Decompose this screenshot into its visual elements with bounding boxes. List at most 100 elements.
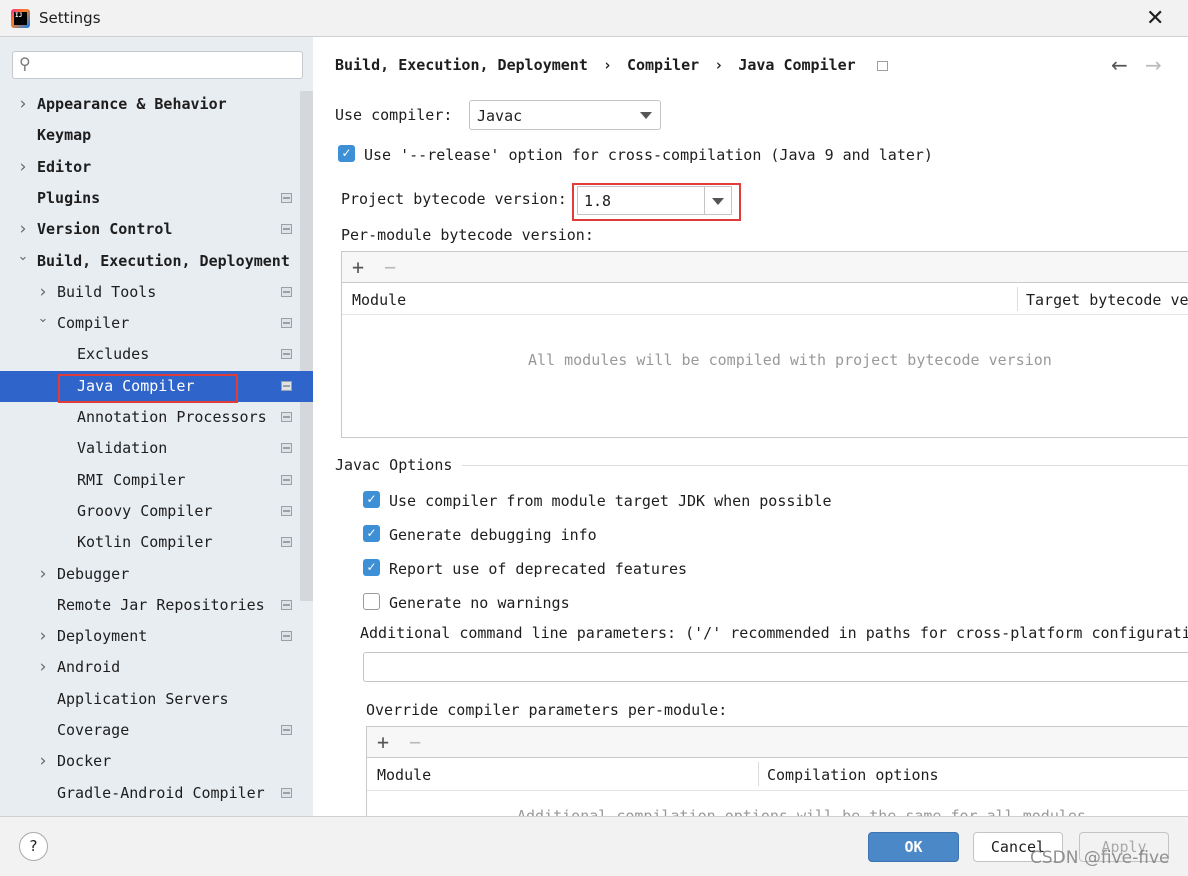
option-checkbox[interactable] — [363, 593, 380, 610]
chevron-right-icon[interactable]: › — [36, 652, 50, 683]
separator — [462, 465, 1188, 466]
breadcrumb-item: Java Compiler — [738, 56, 856, 74]
project-scope-icon — [281, 787, 292, 798]
project-scope-icon — [281, 725, 292, 735]
option-label: Use compiler from module target JDK when… — [389, 492, 832, 510]
sidebar-item-label: Build Tools — [57, 282, 157, 301]
project-scope-icon — [281, 631, 292, 642]
forward-icon[interactable]: → — [1145, 53, 1162, 77]
chevron-right-icon[interactable]: › — [36, 746, 50, 777]
sidebar-item-docker[interactable]: › Docker — [0, 746, 300, 777]
project-scope-icon — [281, 349, 292, 360]
sidebar-item-version-control[interactable]: › Version Control — [0, 214, 300, 245]
watermark: CSDN @five-five — [1030, 848, 1170, 868]
option-checkbox[interactable]: ✓ — [363, 525, 380, 542]
sidebar-item-gradle-android-compiler[interactable]: Gradle-Android Compiler — [0, 778, 300, 809]
chevron-down-icon[interactable]: ⌄ — [36, 303, 50, 334]
sidebar-item-label: Appearance & Behavior — [37, 95, 227, 113]
project-scope-icon — [281, 380, 292, 391]
remove-module-button[interactable]: − — [384, 255, 396, 279]
sidebar-item-keymap[interactable]: Keymap — [0, 120, 300, 151]
chevron-right-icon[interactable]: › — [16, 152, 30, 183]
sidebar-item-label: RMI Compiler — [77, 470, 186, 489]
sidebar-item-editor[interactable]: › Editor — [0, 152, 300, 183]
java-compiler-highlight — [58, 374, 238, 403]
sidebar-item-deployment[interactable]: › Deployment — [0, 621, 300, 652]
sidebar-item-annotation-processors[interactable]: Annotation Processors — [0, 402, 300, 433]
search-field[interactable] — [41, 54, 296, 76]
per-module-table: + − Module Target bytecode version All m… — [341, 251, 1188, 438]
sidebar-item-excludes[interactable]: Excludes — [0, 339, 300, 370]
sidebar-item-label: Editor — [37, 157, 92, 176]
project-scope-icon — [281, 474, 292, 485]
sidebar-item-groovy-compiler[interactable]: Groovy Compiler — [0, 496, 300, 527]
sidebar-item-remote-jar-repositories[interactable]: Remote Jar Repositories — [0, 590, 300, 621]
sidebar-item-rmi-compiler[interactable]: RMI Compiler — [0, 465, 300, 496]
sidebar-item-label: Version Control — [37, 220, 173, 239]
title-bar: IJ Settings ✕ — [0, 0, 1188, 37]
sidebar-item-label: Coverage — [57, 721, 130, 739]
footer: ? OK Cancel Apply CSDN @five-five — [0, 816, 1188, 876]
sidebar-item-application-servers[interactable]: Application Servers — [0, 684, 300, 715]
close-icon[interactable]: ✕ — [1146, 6, 1164, 31]
release-option-checkbox[interactable]: ✓ — [338, 145, 355, 162]
sidebar-item-kotlin-compiler[interactable]: Kotlin Compiler — [0, 527, 300, 558]
option-checkbox[interactable]: ✓ — [363, 559, 380, 576]
option-label: Report use of deprecated features — [389, 560, 688, 578]
breadcrumb-separator: › — [602, 56, 612, 74]
option-checkbox[interactable]: ✓ — [363, 491, 380, 508]
breadcrumb-item[interactable]: Compiler — [627, 56, 699, 74]
back-icon[interactable]: ← — [1111, 53, 1128, 77]
sidebar-item-label: Annotation Processors — [77, 408, 267, 426]
project-scope-icon — [281, 286, 292, 297]
chevron-right-icon[interactable]: › — [36, 621, 50, 652]
chevron-down-icon — [640, 112, 652, 119]
sidebar-item-plugins[interactable]: Plugins — [0, 183, 300, 214]
sidebar-item-compiler[interactable]: ⌄ Compiler — [0, 308, 300, 339]
per-module-label: Per-module bytecode version: — [341, 226, 594, 244]
option-label: Generate debugging info — [389, 526, 597, 544]
sidebar-item-label: Kotlin Compiler — [77, 533, 213, 552]
sidebar-item-label: Docker — [57, 752, 112, 771]
ok-button[interactable]: OK — [868, 832, 959, 862]
breadcrumb: Build, Execution, Deployment › Compiler … — [335, 56, 888, 74]
column-header-module[interactable]: Module — [377, 766, 431, 784]
sidebar-item-android[interactable]: › Android — [0, 652, 300, 683]
javac-options-label: Javac Options — [335, 456, 453, 474]
project-scope-icon — [281, 412, 292, 422]
chevron-down-icon[interactable]: ⌄ — [16, 241, 30, 272]
sidebar-item-label: Groovy Compiler — [77, 501, 213, 520]
add-module-button[interactable]: + — [352, 255, 364, 279]
breadcrumb-item[interactable]: Build, Execution, Deployment — [335, 56, 588, 74]
sidebar-item-build-execution-deployment[interactable]: ⌄ Build, Execution, Deployment — [0, 246, 300, 277]
project-scope-icon — [281, 443, 292, 454]
project-scope-icon — [281, 537, 292, 548]
remove-override-button[interactable]: − — [409, 730, 421, 754]
use-compiler-dropdown[interactable]: Javac — [469, 100, 661, 130]
bytecode-version-dropdown[interactable]: 1.8 — [577, 186, 732, 215]
sidebar-item-validation[interactable]: Validation — [0, 433, 300, 464]
column-header-module[interactable]: Module — [352, 291, 406, 309]
sidebar-scrollbar[interactable] — [300, 91, 313, 601]
sidebar-item-label: Excludes — [77, 345, 150, 364]
additional-params-input[interactable] — [363, 652, 1188, 682]
column-header-compilation-options[interactable]: Compilation options — [767, 766, 939, 784]
sidebar-item-label: Keymap — [37, 126, 92, 145]
empty-table-text: All modules will be compiled with projec… — [528, 351, 1052, 369]
sidebar-item-debugger[interactable]: › Debugger — [0, 559, 300, 590]
search-input[interactable]: ⚲ — [12, 51, 303, 79]
sidebar-item-label: Build, Execution, Deployment — [37, 251, 290, 270]
sidebar-item-label: Application Servers — [57, 689, 229, 708]
sidebar-item-coverage[interactable]: Coverage — [0, 715, 300, 746]
sidebar-item-label: Gradle-Android Compiler — [57, 783, 265, 802]
help-button[interactable]: ? — [19, 832, 48, 861]
sidebar-item-label: Android — [57, 658, 121, 677]
sidebar-item-label: Plugins — [37, 188, 101, 207]
add-override-button[interactable]: + — [377, 730, 389, 754]
chevron-right-icon[interactable]: › — [16, 89, 30, 120]
sidebar-item-label: Debugger — [57, 564, 130, 583]
sidebar-item-appearance-behavior[interactable]: › Appearance & Behavior — [0, 89, 300, 120]
chevron-right-icon[interactable]: › — [36, 559, 50, 590]
bytecode-version-value: 1.8 — [584, 192, 612, 210]
column-header-target-bytecode[interactable]: Target bytecode version — [1026, 291, 1188, 309]
